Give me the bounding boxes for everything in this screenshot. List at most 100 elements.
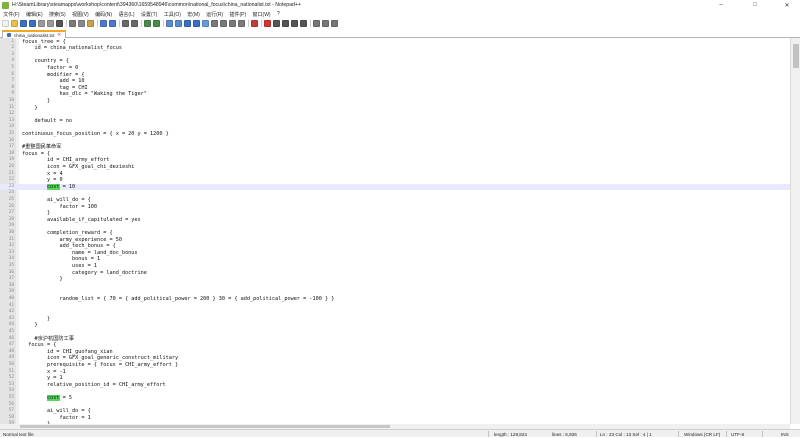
editor-line[interactable]: 51 x = -1 [0, 369, 790, 376]
copy-icon[interactable] [78, 19, 85, 27]
editor-line[interactable]: 14 [0, 124, 790, 131]
code-text[interactable]: country = { [22, 58, 68, 65]
editor-line[interactable]: 55 cost = 5 [0, 394, 790, 402]
editor-line[interactable]: 28 available_if_capitulated = yes [0, 217, 790, 224]
menu-item[interactable]: 编辑(E) [23, 11, 46, 18]
code-text[interactable]: completion_reward = { [22, 230, 113, 237]
editor-line[interactable]: 31 army_experience = 50 [0, 237, 790, 244]
editor-line[interactable]: 10 } [0, 98, 790, 105]
menu-item[interactable]: 工具(O) [161, 11, 185, 18]
editor-line[interactable]: 8 tag = CHI [0, 85, 790, 92]
code-text[interactable]: } [22, 276, 62, 283]
editor-line[interactable]: 23 cost = 10 [0, 183, 790, 191]
code-text[interactable]: id = CHI_guofang_xian [22, 349, 113, 356]
editor-line[interactable]: 41 [0, 303, 790, 310]
code-text[interactable]: } [22, 98, 50, 105]
code-text[interactable]: } [22, 105, 37, 112]
indent-guide-icon[interactable] [202, 19, 209, 27]
code-text[interactable]: relative_position_id = CHI_army_effort [22, 382, 166, 389]
zoom-in-icon[interactable] [144, 19, 151, 27]
editor-line[interactable]: 42 [0, 309, 790, 316]
save-macro-icon[interactable] [300, 19, 307, 27]
function-list-icon[interactable] [229, 19, 236, 27]
close-all-icon[interactable] [47, 19, 54, 27]
editor-line[interactable]: 21 x = 4 [0, 171, 790, 178]
editor-line[interactable]: 29 [0, 223, 790, 230]
editor-line[interactable]: 16 [0, 138, 790, 145]
code-text[interactable]: y = 1 [22, 375, 63, 382]
print-icon[interactable] [56, 19, 63, 27]
stop-record-icon[interactable] [273, 19, 280, 27]
show-all-chars-icon[interactable] [193, 19, 200, 27]
save-icon[interactable] [20, 19, 27, 27]
editor-line[interactable]: 12 [0, 111, 790, 118]
editor-line[interactable]: 19 id = CHI_army_effort [0, 157, 790, 164]
menu-item[interactable]: 宏(M) [184, 11, 203, 18]
word-wrap-icon[interactable] [184, 19, 191, 27]
code-text[interactable]: } [22, 322, 37, 329]
menu-item[interactable]: 运行(R) [203, 11, 226, 18]
editor-line[interactable]: 58 factor = 1 [0, 415, 790, 422]
editor-line[interactable]: 7 add = 10 [0, 78, 790, 85]
editor-line[interactable]: 45 [0, 329, 790, 336]
code-text[interactable]: tag = CHI [22, 85, 87, 92]
cut-icon[interactable] [69, 19, 76, 27]
code-text[interactable]: name = land_doc_bonus [22, 250, 138, 257]
code-text[interactable]: #京沪杭国防工事 [22, 336, 73, 343]
code-text[interactable]: x = -1 [22, 369, 66, 376]
menu-item[interactable]: 文件(F) [0, 11, 23, 18]
title-bar[interactable]: H:\SteamLibrary\steamapps\workshop\conte… [0, 0, 800, 10]
editor-line[interactable]: 56 [0, 402, 790, 409]
paste-icon[interactable] [87, 19, 94, 27]
code-text[interactable]: icon = GFX_goal_chi_dezieshi [22, 164, 134, 171]
vertical-scroll-thumb[interactable] [793, 44, 799, 68]
menu-item[interactable]: 语言(L) [115, 11, 138, 18]
editor-line[interactable]: 34 bonus = 1 [0, 256, 790, 263]
code-text[interactable]: prerequisite = { focus = CHI_army_effort… [22, 362, 178, 369]
save-all-icon[interactable] [29, 19, 36, 27]
code-text[interactable]: ai_will_do = { [22, 408, 91, 415]
editor-line[interactable]: 38 [0, 283, 790, 290]
editor-line[interactable]: 49 icon = GFX_goal_generic_construct_mil… [0, 355, 790, 362]
menu-item[interactable]: 插件(P) [226, 11, 249, 18]
code-text[interactable]: category = land_doctrine [22, 270, 147, 277]
code-text[interactable]: factor = 1 [22, 415, 90, 422]
editor-line[interactable]: 37 } [0, 276, 790, 283]
menu-item[interactable]: 窗口(W) [249, 11, 273, 18]
code-text[interactable]: } [22, 316, 50, 323]
vertical-scrollbar[interactable] [790, 38, 800, 424]
editor-line[interactable]: 15 continuous_focus_position = { x = 20 y… [0, 131, 790, 138]
code-text[interactable]: continuous_focus_position = { x = 20 y =… [22, 131, 169, 138]
code-text[interactable]: cost = 5 [22, 394, 72, 402]
maximize-button[interactable]: □ [744, 0, 766, 10]
code-text[interactable]: x = 4 [22, 171, 63, 178]
editor-line[interactable]: 4 country = { [0, 58, 790, 65]
abc-next-icon[interactable] [331, 19, 338, 27]
user-language-icon[interactable] [211, 19, 218, 27]
redo-icon[interactable] [109, 19, 116, 27]
spell-check-icon[interactable] [313, 19, 320, 27]
code-text[interactable]: cost = 10 [22, 183, 75, 191]
close-file-icon[interactable] [38, 19, 45, 27]
folder-workspace-icon[interactable] [238, 19, 245, 27]
run-macro-multiple-icon[interactable] [291, 19, 298, 27]
code-text[interactable]: bonus = 1 [22, 256, 100, 263]
sync-vertical-icon[interactable] [166, 19, 173, 27]
undo-icon[interactable] [100, 19, 107, 27]
sync-horizontal-icon[interactable] [175, 19, 182, 27]
monitoring-icon[interactable] [251, 19, 258, 27]
editor-line[interactable]: 35 uses = 1 [0, 263, 790, 270]
editor-line[interactable]: 1 focus_tree = { [0, 39, 790, 46]
code-text[interactable]: id = china_nationalist_focus [22, 45, 121, 52]
code-text[interactable]: focus = { [22, 151, 50, 158]
horizontal-scroll-thumb[interactable] [20, 425, 390, 428]
editor-line[interactable]: 22 y = 0 [0, 177, 790, 184]
tab-china-nationalist[interactable]: china_nationalist.txt ✕ [2, 30, 67, 38]
code-text[interactable]: uses = 1 [22, 263, 97, 270]
editor-line[interactable]: 11 } [0, 105, 790, 112]
doc-map-icon[interactable] [220, 19, 227, 27]
code-text[interactable]: id = CHI_army_effort [22, 157, 109, 164]
editor-line[interactable]: 32 add_tech_bonus = { [0, 243, 790, 250]
editor-line[interactable]: 3 [0, 52, 790, 59]
editor-line[interactable]: 33 name = land_doc_bonus [0, 250, 790, 257]
